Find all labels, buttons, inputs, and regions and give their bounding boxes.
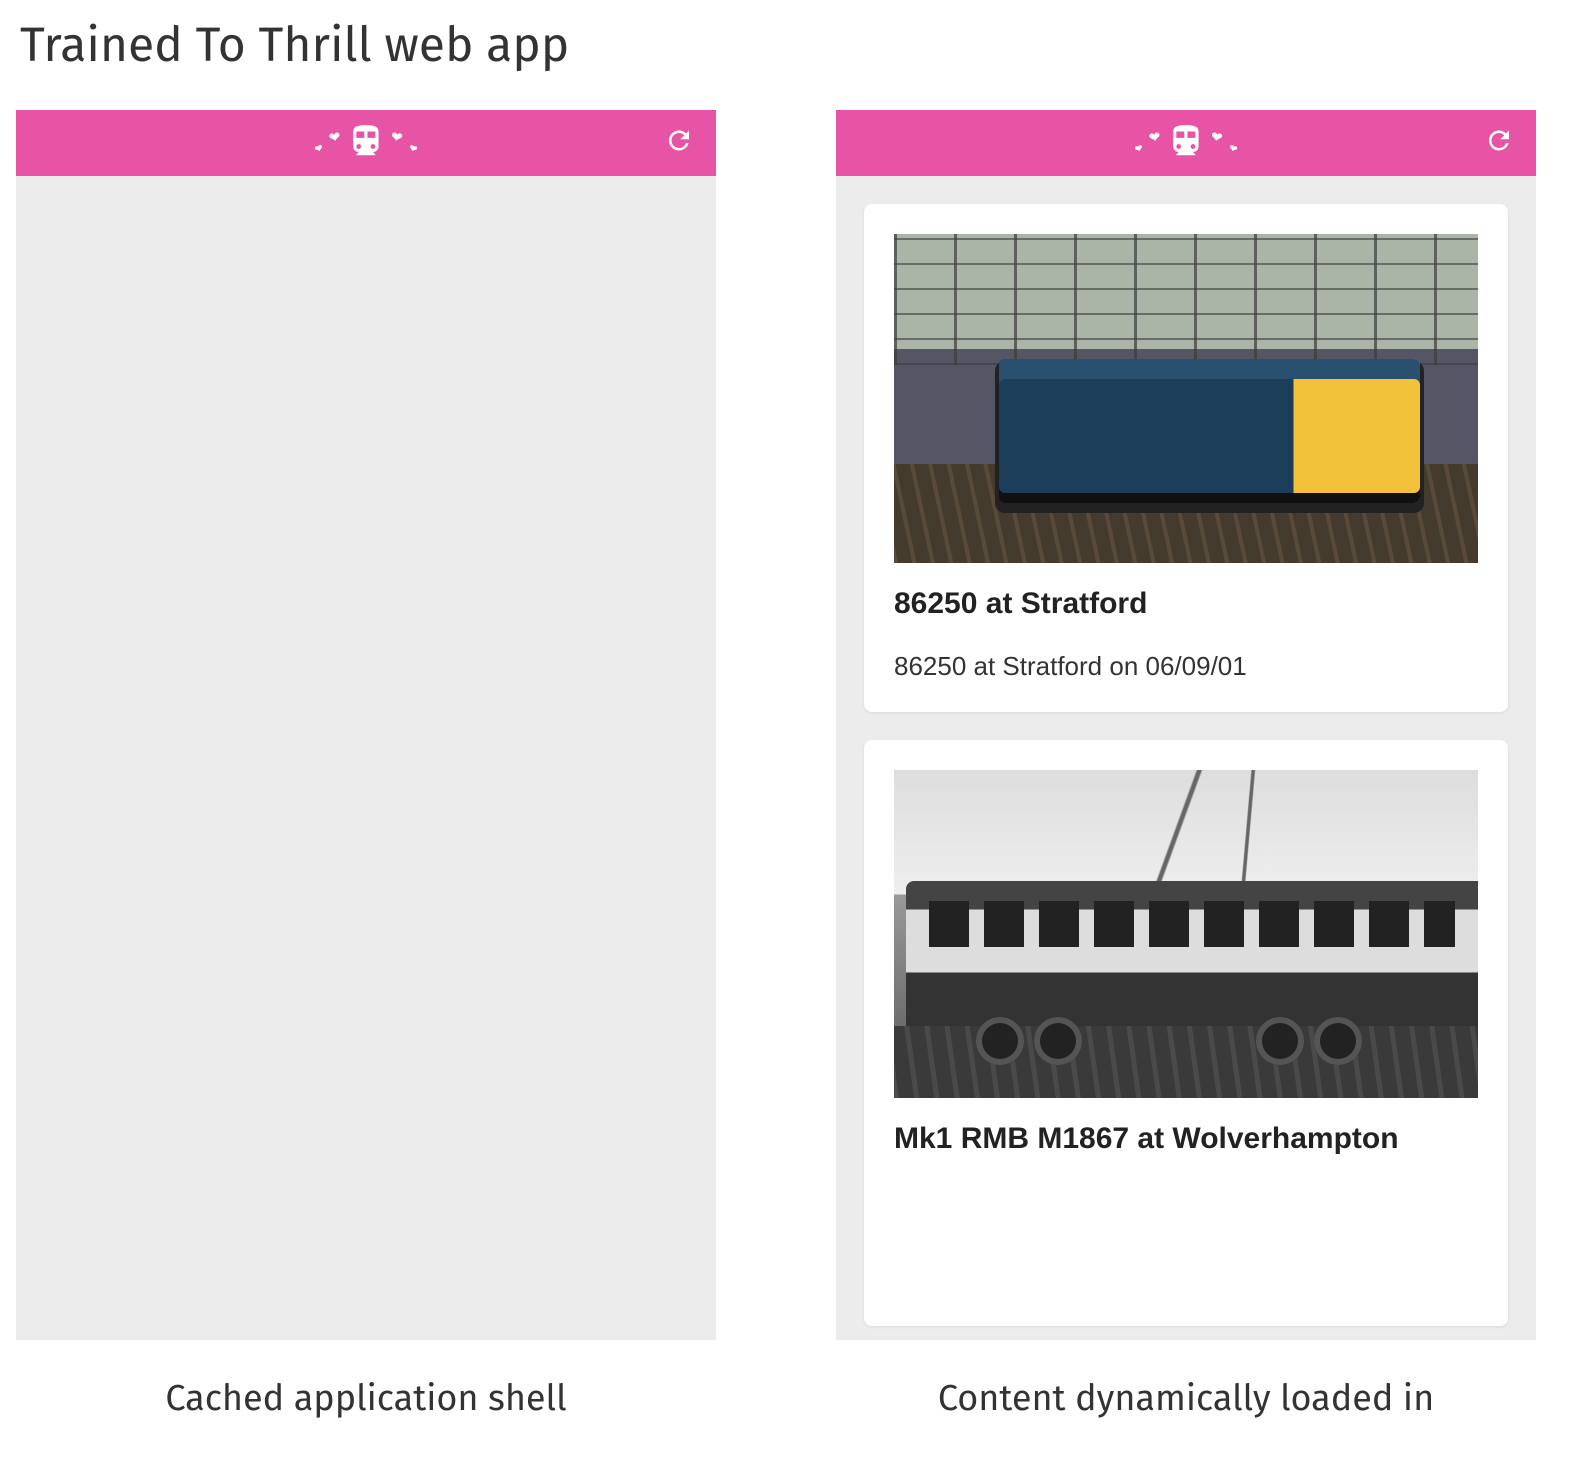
content-card[interactable]: Mk1 RMB M1867 at Wolverhampton: [864, 740, 1508, 1327]
content-area: 86250 at Stratford 86250 at Stratford on…: [836, 176, 1536, 1340]
refresh-button[interactable]: [1484, 126, 1514, 161]
card-image: [894, 234, 1478, 563]
train-icon: [1167, 122, 1205, 165]
card-description: 86250 at Stratford on 06/09/01: [894, 651, 1478, 682]
panel-right: ❤ ❤ ❤ ❤: [836, 110, 1536, 1420]
panel-caption-right: Content dynamically loaded in: [938, 1376, 1434, 1420]
refresh-button[interactable]: [664, 126, 694, 161]
topbar: ❤ ❤ ❤ ❤: [16, 110, 716, 176]
heart-icon: ❤: [390, 128, 405, 147]
content-card[interactable]: 86250 at Stratford 86250 at Stratford on…: [864, 204, 1508, 712]
heart-icon: ❤: [1148, 128, 1163, 147]
panels-row: ❤ ❤ ❤ ❤ Cached applica: [16, 110, 1573, 1420]
heart-icon: ❤: [313, 142, 325, 156]
phone-shell-left: ❤ ❤ ❤ ❤: [16, 110, 716, 1340]
topbar: ❤ ❤ ❤ ❤: [836, 110, 1536, 176]
heart-icon: ❤: [328, 128, 343, 147]
panel-left: ❤ ❤ ❤ ❤ Cached applica: [16, 110, 716, 1420]
app-logo: ❤ ❤ ❤ ❤: [315, 122, 417, 165]
content-area-empty: [16, 176, 716, 1340]
card-body: Mk1 RMB M1867 at Wolverhampton: [864, 1098, 1508, 1326]
card-title: Mk1 RMB M1867 at Wolverhampton: [894, 1122, 1478, 1156]
heart-icon: ❤: [407, 142, 419, 156]
app-logo: ❤ ❤ ❤ ❤: [1135, 122, 1237, 165]
panel-caption-left: Cached application shell: [165, 1376, 566, 1420]
heart-icon: ❤: [1210, 128, 1225, 147]
card-body: 86250 at Stratford 86250 at Stratford on…: [864, 563, 1508, 712]
card-image: [894, 770, 1478, 1099]
train-icon: [347, 122, 385, 165]
heart-icon: ❤: [1227, 142, 1239, 156]
phone-shell-right: ❤ ❤ ❤ ❤: [836, 110, 1536, 1340]
page-title: Trained To Thrill web app: [20, 16, 1573, 74]
card-title: 86250 at Stratford: [894, 587, 1478, 621]
heart-icon: ❤: [1133, 142, 1145, 156]
